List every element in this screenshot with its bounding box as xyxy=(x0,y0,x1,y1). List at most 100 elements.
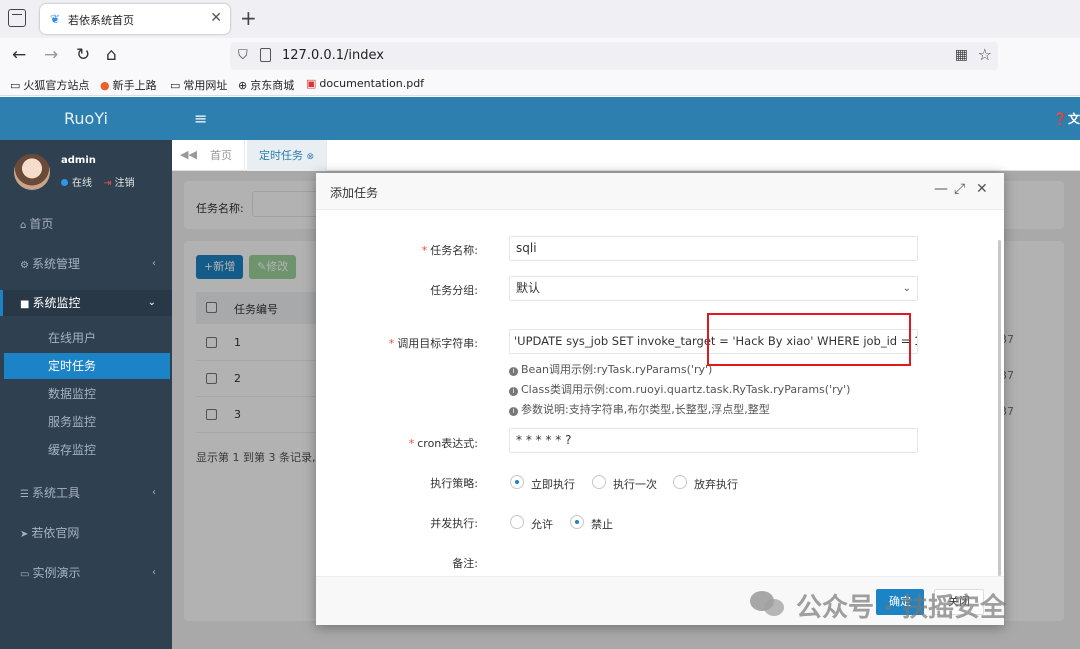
page-icon xyxy=(260,48,271,62)
radio-concurrent-forbid[interactable] xyxy=(570,515,584,529)
new-tab-icon[interactable]: + xyxy=(240,6,257,30)
radio-misfire-once[interactable] xyxy=(592,475,606,489)
help-text[interactable]: ❓文 xyxy=(1053,110,1080,127)
radio-label: 立即执行 xyxy=(531,478,575,491)
info-icon: i xyxy=(509,367,518,376)
bookmark-item[interactable]: ▭ 常用网址 xyxy=(170,77,227,93)
bookmark-star-icon[interactable]: ☆ xyxy=(978,45,992,64)
radio-misfire-abandon[interactable] xyxy=(673,475,687,489)
bars-icon: ☰ xyxy=(20,489,29,500)
submenu-cache-monitor[interactable]: 缓存监控 xyxy=(4,437,170,463)
submenu-scheduled-tasks[interactable]: 定时任务 xyxy=(4,353,170,379)
top-header: ≡ ❓文 xyxy=(172,97,1080,140)
qr-code-icon[interactable]: ▦ xyxy=(955,47,968,63)
minimize-icon[interactable]: — xyxy=(934,181,948,197)
radio-concurrent-allow[interactable] xyxy=(510,515,524,529)
bookmark-item[interactable]: ⊕ 京东商城 xyxy=(238,77,294,93)
menu-system-management[interactable]: ⚙ 系统管理 ‹ xyxy=(0,251,172,277)
firefox-icon: ● xyxy=(100,79,110,92)
home-icon: ⌂ xyxy=(20,220,27,231)
chevron-down-icon: ⌄ xyxy=(147,297,156,308)
highlight-box xyxy=(707,313,911,366)
close-tab-icon[interactable]: ✕ xyxy=(210,10,222,26)
radio-label: 禁止 xyxy=(591,518,613,531)
close-icon[interactable]: ✕ xyxy=(976,181,988,197)
logout-icon[interactable]: ⇥ xyxy=(103,178,111,189)
desktop-icon: ▭ xyxy=(20,569,30,580)
invoke-target-label: * 调用目标字符串: xyxy=(388,337,478,350)
info-icon: i xyxy=(509,387,518,396)
menu-toggle-icon[interactable]: ≡ xyxy=(194,109,207,128)
page-tabs-bar: ◀◀ 首页 定时任务 ⊗ xyxy=(172,140,1080,171)
video-icon: ■ xyxy=(20,299,30,310)
tab-home[interactable]: 首页 xyxy=(198,140,245,171)
add-task-dialog: 添加任务 — ⤢ ✕ * 任务名称: sqli 任务分组: 默认 ⌄ * 调用目标字符… xyxy=(316,173,1004,625)
address-bar[interactable]: ⛉ 127.0.0.1/index ▦ ☆ xyxy=(230,42,998,70)
shield-icon[interactable]: ⛉ xyxy=(238,48,248,63)
tab-scheduled-tasks[interactable]: 定时任务 ⊗ xyxy=(247,140,328,171)
remark-label: 备注: xyxy=(452,557,478,570)
url-text[interactable]: 127.0.0.1/index xyxy=(282,48,384,63)
tabs-scroll-left-icon[interactable]: ◀◀ xyxy=(180,148,197,161)
app-logo[interactable]: RuoYi xyxy=(0,97,172,140)
submenu-data-monitor[interactable]: 数据监控 xyxy=(4,381,170,407)
hint-class: i Class类调用示例:com.ruoyi.quartz.task.RyTask… xyxy=(509,381,850,397)
radio-misfire-immediate[interactable] xyxy=(510,475,524,489)
menu-system-monitor[interactable]: ■ 系统监控 ⌄ xyxy=(0,290,172,316)
maximize-icon[interactable]: ⤢ xyxy=(954,181,965,197)
sidebar: RuoYi admin 在线 ⇥ 注销 ⌂ 首页 ⚙ 系统管理 ‹ ■ 系统监控 ⌄ 在线用… xyxy=(0,97,172,649)
logout-link[interactable]: 注销 xyxy=(115,178,135,189)
dialog-body: * 任务名称: sqli 任务分组: 默认 ⌄ * 调用目标字符串: 'UPDATE … xyxy=(316,210,1004,576)
user-panel: admin 在线 ⇥ 注销 xyxy=(0,140,172,208)
watermark-text: 公众号 · 扶摇安全 xyxy=(796,593,1006,623)
tab-list-icon[interactable] xyxy=(8,9,26,27)
radio-label: 放弃执行 xyxy=(694,478,738,491)
user-name: admin xyxy=(61,155,96,166)
chevron-down-icon: ⌄ xyxy=(902,283,911,294)
bookmarks-bar: ▭ 火狐官方站点 ● 新手上路 ▭ 常用网址 ⊕ 京东商城 ▣ documentation… xyxy=(0,74,1080,96)
browser-tab[interactable]: ❦ 若依系统首页 ✕ xyxy=(40,4,230,34)
submenu-server-monitor[interactable]: 服务监控 xyxy=(4,409,170,435)
menu-home[interactable]: ⌂ 首页 xyxy=(0,211,172,237)
job-name-label: * 任务名称: xyxy=(421,244,478,257)
menu-ruoyi-site[interactable]: ➤ 若依官网 xyxy=(0,520,172,546)
misfire-label: 执行策略: xyxy=(430,477,478,490)
pdf-icon: ▣ xyxy=(306,77,317,90)
dialog-scrollbar[interactable] xyxy=(998,240,1001,576)
reload-icon[interactable]: ↻ xyxy=(76,46,90,64)
gear-icon: ⚙ xyxy=(20,260,29,271)
close-tab-icon[interactable]: ⊗ xyxy=(307,152,315,162)
info-icon: i xyxy=(509,407,518,416)
chevron-left-icon: ‹ xyxy=(152,567,156,578)
bookmark-item[interactable]: ● 新手上路 xyxy=(100,77,157,93)
chevron-left-icon: ‹ xyxy=(152,258,156,269)
submenu-online-users[interactable]: 在线用户 xyxy=(4,325,170,351)
bookmark-item[interactable]: ▣ documentation.pdf xyxy=(306,77,424,90)
menu-demo[interactable]: ▭ 实例演示 ‹ xyxy=(0,560,172,586)
forward-icon[interactable]: → xyxy=(44,46,58,64)
bookmark-item[interactable]: ▭ 火狐官方站点 xyxy=(10,77,89,93)
radio-label: 允许 xyxy=(531,518,553,531)
online-dot-icon xyxy=(61,179,68,186)
cron-input[interactable]: * * * * * ? xyxy=(509,428,918,453)
user-status: 在线 ⇥ 注销 xyxy=(61,174,135,189)
send-icon: ➤ xyxy=(20,529,29,540)
avatar[interactable] xyxy=(14,154,50,190)
chevron-left-icon: ‹ xyxy=(152,487,156,498)
cron-label: * cron表达式: xyxy=(408,437,478,450)
wechat-icon xyxy=(750,591,786,619)
back-icon[interactable]: ← xyxy=(12,46,26,64)
ruoyi-favicon-icon: ❦ xyxy=(50,12,61,26)
folder-icon: ▭ xyxy=(10,79,21,92)
browser-tabbar: ❦ 若依系统首页 ✕ + xyxy=(0,0,1080,38)
browser-navbar: ← → ↻ ⌂ ⛉ 127.0.0.1/index ▦ ☆ xyxy=(0,38,1080,74)
folder-icon: ▭ xyxy=(170,79,181,92)
menu-system-tools[interactable]: ☰ 系统工具 ‹ xyxy=(0,480,172,506)
home-icon[interactable]: ⌂ xyxy=(106,46,117,64)
job-group-select[interactable]: 默认 ⌄ xyxy=(509,276,918,301)
job-name-input[interactable]: sqli xyxy=(509,236,918,261)
concurrent-label: 并发执行: xyxy=(430,517,478,530)
hint-params: i 参数说明:支持字符串,布尔类型,长整型,浮点型,整型 xyxy=(509,401,770,417)
dialog-title: 添加任务 xyxy=(330,186,379,200)
globe-icon: ⊕ xyxy=(238,79,248,92)
